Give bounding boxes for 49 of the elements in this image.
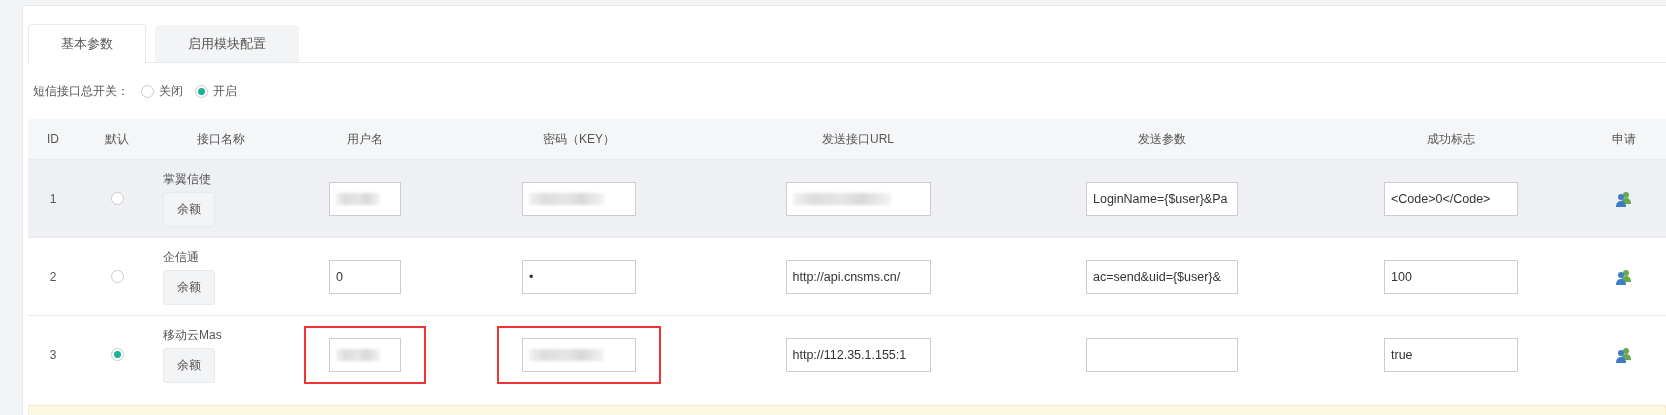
balance-button[interactable]: 余额 [163, 191, 215, 227]
table-cell: 3 [49, 347, 57, 362]
radio-button[interactable] [195, 84, 208, 98]
table-row[interactable]: 2 企信通 余额 0 • http://api.cnsms.cn/ ac=send&uid={$user}& 100 [28, 237, 1666, 315]
text-field[interactable] [522, 181, 636, 216]
text-field[interactable] [329, 181, 401, 216]
radio-button[interactable] [110, 192, 124, 205]
column-header: 用户名 [347, 130, 383, 148]
users-icon[interactable] [1615, 268, 1632, 285]
column-header: 成功标志 [1427, 130, 1475, 148]
radio-label[interactable]: 开启 [213, 82, 237, 100]
text-field[interactable] [329, 337, 401, 372]
table-cell: 1 [49, 191, 57, 206]
text-field[interactable] [1086, 337, 1238, 372]
tab[interactable]: 启用模块配置 [155, 25, 299, 62]
text-field[interactable] [785, 181, 931, 216]
balance-button[interactable]: 余额 [163, 269, 215, 305]
users-icon[interactable] [1615, 190, 1632, 207]
table-cell: 企信通 [163, 248, 199, 266]
users-icon[interactable] [1615, 346, 1632, 363]
tab[interactable]: 基本参数 [28, 24, 146, 63]
column-header: 接口名称 [196, 130, 245, 148]
text-field[interactable]: ac=send&uid={$user}& [1086, 259, 1238, 294]
switch-label: 短信接口总开关： [33, 82, 129, 100]
text-field[interactable] [522, 337, 636, 372]
balance-button[interactable]: 余额 [163, 347, 215, 383]
text-field[interactable]: http://112.35.1.155:1 [785, 337, 931, 372]
column-header: 发送参数 [1138, 130, 1186, 148]
text-field[interactable]: <Code>0</Code> [1384, 181, 1518, 216]
column-header: ID [47, 132, 59, 146]
text-field[interactable]: 0 [329, 259, 401, 294]
text-field[interactable]: LoginName={$user}&Pa [1086, 181, 1238, 216]
text-field[interactable]: http://api.cnsms.cn/ [785, 259, 931, 294]
table-row[interactable]: 3 移动云Mas 余额 http://112.35.1.155:1 true [28, 315, 1666, 393]
column-header: 默认 [105, 130, 129, 148]
column-header: 申请 [1611, 130, 1636, 148]
text-field[interactable]: true [1384, 337, 1518, 372]
table-cell: 掌翼信使 [163, 170, 211, 188]
table-row[interactable]: 1 掌翼信使 余额 LoginName={$user}&Pa <Code>0</Code> [28, 159, 1666, 237]
radio-button[interactable] [141, 84, 154, 98]
column-header: 密码（KEY） [543, 130, 615, 148]
text-field[interactable]: 100 [1384, 259, 1518, 294]
radio-button[interactable] [110, 348, 124, 361]
table-cell: 移动云Mas [163, 326, 222, 344]
radio-button[interactable] [110, 270, 124, 283]
radio-label[interactable]: 关闭 [159, 82, 183, 100]
table-cell: 2 [49, 269, 57, 284]
column-header: 发送接口URL [822, 130, 894, 148]
text-field[interactable]: • [522, 259, 636, 294]
